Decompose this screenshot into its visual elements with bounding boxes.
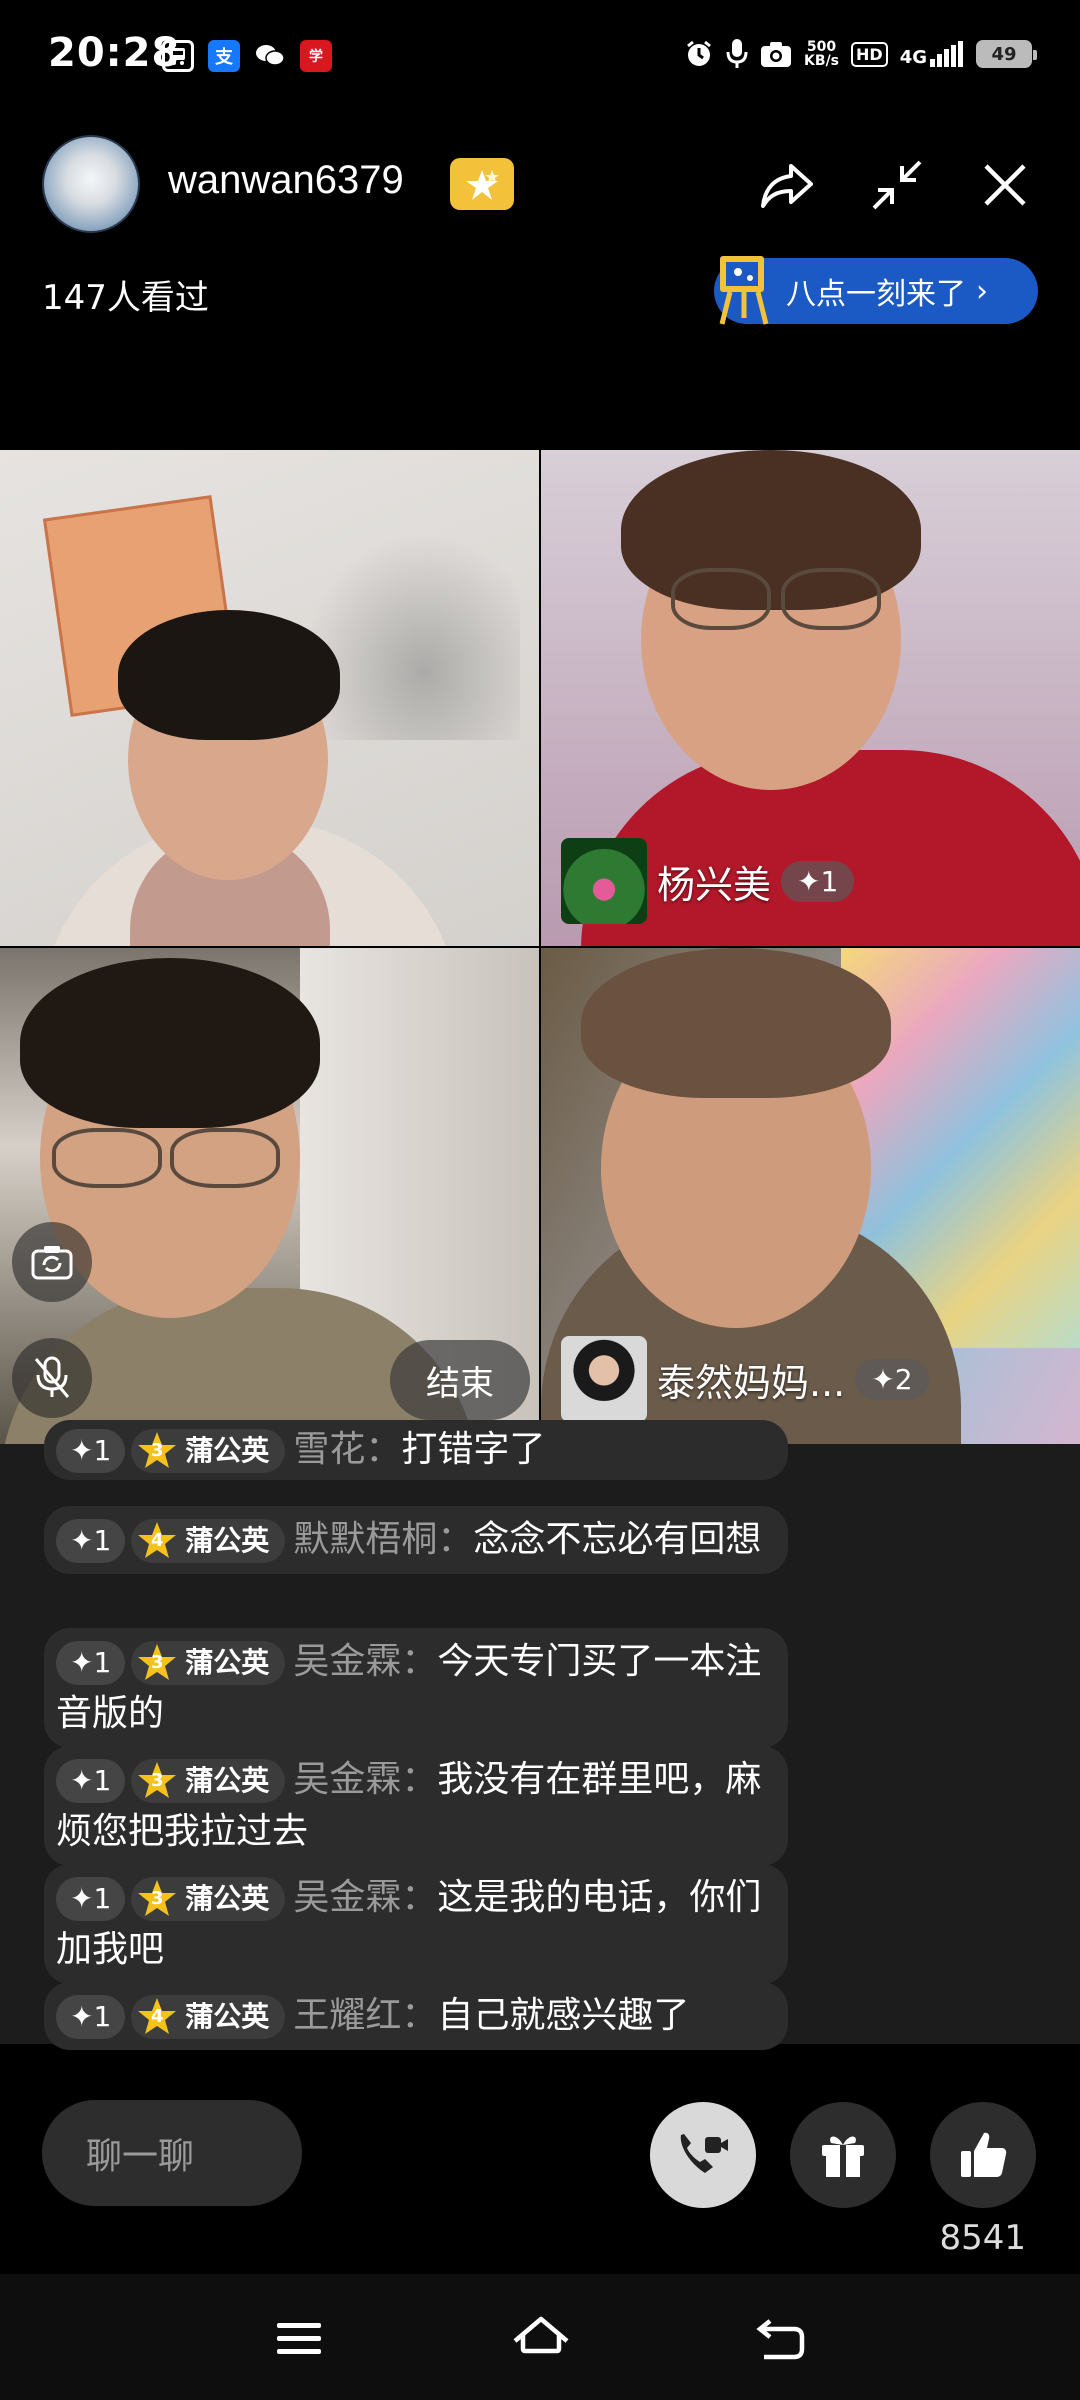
home-button[interactable] <box>506 2304 576 2374</box>
chevron-right-icon: › <box>976 273 988 309</box>
mute-button[interactable] <box>12 1338 92 1418</box>
plus-chip: ✦ 1 <box>56 1429 126 1473</box>
glasses <box>170 1128 280 1188</box>
switch-camera-button[interactable] <box>12 1222 92 1302</box>
back-button[interactable] <box>746 2304 816 2374</box>
plus-chip: ✦ 1 <box>56 1877 126 1921</box>
alarm-icon <box>687 40 711 66</box>
host-username[interactable]: wanwan6379 <box>168 158 404 203</box>
notification-icons: 支 学 <box>162 40 332 72</box>
glasses <box>671 568 771 630</box>
plus-chip: ✦ 1 <box>56 1759 126 1803</box>
hd-indicator: HD <box>851 41 888 67</box>
chat-sender: 默默梧桐： <box>293 1519 474 1560</box>
guest-3-label: 泰然妈妈... ✦2 <box>561 1336 929 1422</box>
share-icon <box>761 164 813 208</box>
clock: 20:28 <box>48 30 181 76</box>
plus-chip: ✦ 1 <box>56 1995 126 2039</box>
guest-3-name: 泰然妈妈... <box>657 1360 846 1405</box>
viewer-count: 147人看过 <box>42 278 209 318</box>
network-speed: 500 KB/s <box>804 39 840 69</box>
transit-icon <box>162 40 194 72</box>
easel-icon <box>719 256 769 325</box>
battery-icon: 49 <box>976 40 1037 68</box>
chat-sender: 雪花： <box>293 1429 402 1470</box>
plus-chip: ✦ 1 <box>56 1641 126 1685</box>
end-call-button[interactable]: 结束 <box>390 1340 530 1420</box>
wechat-icon <box>254 40 286 72</box>
menu-icon <box>277 2323 321 2354</box>
signal-icon: 4G <box>900 41 964 67</box>
gift-button[interactable] <box>790 2102 896 2208</box>
chat-text: 自己就感兴趣了 <box>437 1995 690 2036</box>
video-tile-guest-3[interactable]: 泰然妈妈... ✦2 <box>541 948 1080 1444</box>
host-avatar[interactable] <box>42 135 140 233</box>
person-hair <box>118 610 340 740</box>
chat-sender: 吴金霖： <box>293 1759 438 1800</box>
thumbs-up-icon <box>961 2132 1007 2177</box>
chat-message: ✦ 1 3 蒲公英 吴金霖：今天专门买了一本注音版的 <box>44 1628 788 1748</box>
person-hair <box>581 948 891 1098</box>
system-nav-bar <box>0 2274 1080 2400</box>
guest-1-label: 杨兴美 ✦1 <box>561 838 855 924</box>
home-icon <box>513 2316 569 2354</box>
fan-medal: 4 蒲公英 <box>131 1519 286 1563</box>
minimize-button[interactable] <box>862 150 932 220</box>
xuexi-icon: 学 <box>300 40 332 72</box>
chat-sender: 吴金霖： <box>293 1641 438 1682</box>
glasses <box>781 568 881 630</box>
fan-medal: 3 蒲公英 <box>131 1877 286 1921</box>
call-button[interactable] <box>650 2102 756 2208</box>
host-level-badge <box>450 158 514 210</box>
mic-off-icon <box>34 1356 70 1398</box>
chat-message: ✦ 1 4 蒲公英 王耀红：自己就感兴趣了 <box>44 1982 788 2050</box>
chat-sender: 吴金霖： <box>293 1877 438 1918</box>
close-button[interactable] <box>970 150 1040 220</box>
camera-icon <box>761 42 792 67</box>
chat-sender: 王耀红： <box>293 1995 438 2036</box>
microphone-icon <box>726 39 748 68</box>
switch-camera-icon <box>31 1246 73 1280</box>
back-icon <box>756 2319 805 2360</box>
lotus-avatar <box>561 838 647 924</box>
chat-message: ✦ 1 3 蒲公英 雪花：打错字了 <box>44 1420 788 1480</box>
chat-message: ✦ 1 3 蒲公英 吴金霖：这是我的电话，你们加我吧 <box>44 1864 788 1984</box>
phone-video-icon <box>680 2134 728 2173</box>
close-icon <box>984 164 1026 206</box>
chat-text: 念念不忘必有回想 <box>473 1519 762 1560</box>
system-status: 500 KB/s HD 4G 49 <box>684 38 1037 70</box>
promo-label: 八点一刻来了 <box>786 277 966 312</box>
chat-message: ✦ 1 4 蒲公英 默默梧桐：念念不忘必有回想 <box>44 1506 788 1574</box>
portrait-avatar <box>561 1336 647 1422</box>
fan-medal: 3 蒲公英 <box>131 1759 286 1803</box>
guest-3-plus-badge: ✦2 <box>855 1358 929 1400</box>
guest-1-name: 杨兴美 <box>657 862 772 907</box>
like-button[interactable] <box>930 2102 1036 2208</box>
person-hair <box>20 958 320 1128</box>
video-tile-host[interactable] <box>0 450 539 946</box>
fan-medal: 4 蒲公英 <box>131 1995 286 2039</box>
plus-chip: ✦ 1 <box>56 1519 126 1563</box>
glasses <box>52 1128 162 1188</box>
alipay-icon: 支 <box>208 40 240 72</box>
status-bar: 20:28 支 学 500 KB/s HD 4G 49 <box>0 0 1080 120</box>
fan-medal: 3 蒲公英 <box>131 1429 286 1473</box>
minimize-icon <box>872 160 922 210</box>
like-count: 8541 <box>939 2218 1026 2258</box>
chat-text: 打错字了 <box>401 1429 546 1470</box>
gift-icon <box>822 2136 864 2177</box>
video-tile-guest-1[interactable]: 杨兴美 ✦1 <box>541 450 1080 946</box>
fan-medal: 3 蒲公英 <box>131 1641 286 1685</box>
promo-banner-button[interactable]: 八点一刻来了 › <box>714 256 1038 325</box>
chat-input[interactable]: 聊一聊 <box>42 2100 302 2206</box>
guest-1-plus-badge: ✦1 <box>781 860 855 902</box>
menu-button[interactable] <box>264 2304 334 2374</box>
share-button[interactable] <box>752 150 822 220</box>
chat-message: ✦ 1 3 蒲公英 吴金霖：我没有在群里吧，麻烦您把我拉过去 <box>44 1746 788 1866</box>
